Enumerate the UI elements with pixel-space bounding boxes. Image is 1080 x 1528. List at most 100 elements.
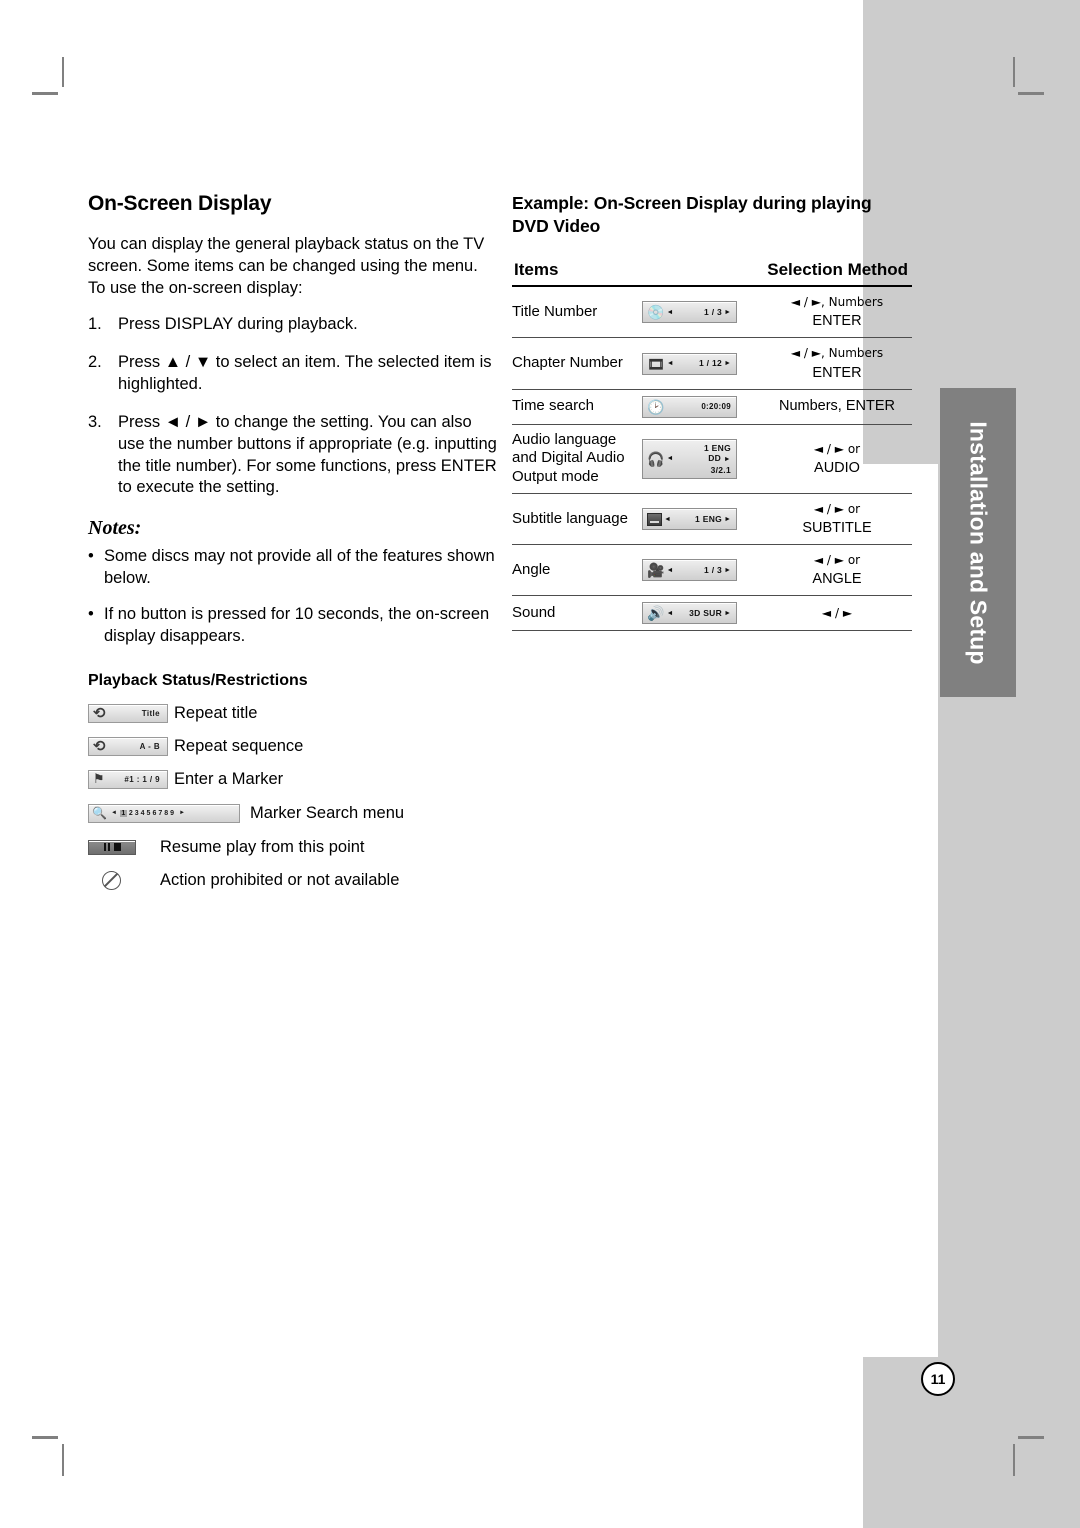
- prev-arrow-icon[interactable]: ◄: [667, 360, 674, 367]
- headphones-icon: 🎧: [647, 450, 665, 467]
- selection-line: ◄ / ► or: [813, 501, 861, 516]
- next-arrow-icon[interactable]: ►: [724, 567, 731, 574]
- list-item: 🔍 ◄ 1 2 3 4 5 6 7 8 9 ► Marker Search me…: [88, 801, 498, 825]
- column-header-selection: Selection Method: [762, 260, 912, 288]
- marker-number[interactable]: 7: [158, 810, 162, 817]
- note-item: • If no button is pressed for 10 seconds…: [88, 604, 498, 648]
- prev-arrow-icon[interactable]: ◄: [666, 567, 673, 574]
- marker-number[interactable]: 6: [152, 810, 156, 817]
- prev-arrow-icon[interactable]: ◄: [666, 455, 673, 462]
- camera-icon: 🎥: [647, 562, 665, 579]
- osd-value: 1 / 3: [704, 307, 722, 317]
- section-tab: Installation and Setup: [940, 388, 1016, 697]
- table-row: Title Number 💿 ◄ 1 / 3 ► ◄ / ►, Numbers …: [512, 286, 912, 339]
- marker-number[interactable]: 2: [129, 810, 133, 817]
- prev-arrow-icon[interactable]: ◄: [666, 309, 673, 316]
- osd-value: 1 ENG: [695, 514, 722, 524]
- osd-value-line: 1 / 12: [698, 358, 723, 369]
- prev-arrow-icon[interactable]: ◄: [666, 610, 673, 617]
- row-item-label: Angle: [512, 544, 642, 597]
- crop-mark-top-right-vertical: [1013, 57, 1015, 87]
- next-arrow-icon[interactable]: ►: [724, 456, 731, 463]
- selection-line: ◄ / ► or: [813, 441, 861, 456]
- row-osd-cell: 🎧 ◄ 1 ENG DD ► 3/2.1: [642, 424, 762, 494]
- row-item-label: Sound: [512, 595, 642, 632]
- clock-icon-chip: 🕑 0:20:09: [642, 395, 737, 418]
- list-item-label: Action prohibited or not available: [160, 870, 400, 889]
- pause-icon: [103, 843, 110, 852]
- prohibited-icon: [102, 870, 121, 890]
- osd-items-table: Items Selection Method Title Number 💿 ◄ …: [512, 260, 912, 632]
- crop-mark-bottom-left-vertical: [62, 1444, 64, 1476]
- row-selection-method: ◄ / ►: [762, 595, 912, 632]
- osd-value-line: 3/2.1: [710, 464, 731, 475]
- chip-label: Title: [141, 708, 160, 718]
- crop-mark-top-left-horizontal: [32, 92, 58, 95]
- note-text: If no button is pressed for 10 seconds, …: [104, 605, 490, 646]
- selection-line: AUDIO: [814, 459, 860, 476]
- prev-arrow-icon[interactable]: ◄: [664, 516, 671, 523]
- osd-value: 1 / 12: [699, 358, 722, 368]
- table-row: Subtitle language ◄ 1 ENG ► ◄ / ► or SUB…: [512, 493, 912, 546]
- marker-number[interactable]: 3: [135, 810, 139, 817]
- marker-number-strip[interactable]: 1 2 3 4 5 6 7 8 9: [119, 809, 174, 817]
- selection-line: ◄ / ►: [821, 605, 853, 620]
- list-item-label: Marker Search menu: [250, 803, 405, 822]
- next-arrow-icon[interactable]: ►: [724, 360, 731, 367]
- example-title: Example: On-Screen Display during playin…: [512, 193, 872, 237]
- notes-heading: Notes:: [88, 517, 142, 540]
- table-row: Angle 🎥 ◄ 1 / 3 ► ◄ / ► or ANGLE: [512, 544, 912, 597]
- headphones-icon-chip: 🎧 ◄ 1 ENG DD ► 3/2.1: [642, 438, 737, 479]
- step-number: 3.: [88, 412, 102, 431]
- next-arrow-icon[interactable]: ►: [724, 610, 731, 617]
- marker-number[interactable]: 8: [164, 810, 168, 817]
- prohibited-icon-cell: [88, 870, 160, 890]
- osd-value-line: 1 ENG: [703, 442, 731, 453]
- repeat-arrow-icon: ⟲: [93, 703, 106, 722]
- crop-mark-bottom-right-horizontal: [1018, 1436, 1044, 1439]
- marker-number[interactable]: 1: [119, 809, 127, 817]
- marker-prev-arrow-icon[interactable]: ◄: [111, 810, 117, 816]
- page-number-badge: 11: [921, 1362, 955, 1396]
- row-selection-method: ◄ / ► or ANGLE: [762, 544, 912, 597]
- osd-value: 3D SUR: [689, 608, 722, 618]
- table-row: Sound 🔊 ◄ 3D SUR ► ◄ / ►: [512, 595, 912, 632]
- right-column: Example: On-Screen Display during playin…: [512, 192, 912, 632]
- marker-next-arrow-icon[interactable]: ►: [179, 810, 185, 816]
- row-selection-method: ◄ / ► or AUDIO: [762, 424, 912, 494]
- marker-search-icon: 🔍 ◄ 1 2 3 4 5 6 7 8 9 ►: [88, 803, 240, 823]
- marker-number[interactable]: 4: [141, 810, 145, 817]
- step-number: 2.: [88, 352, 102, 371]
- film-strip-icon: 🎞: [647, 355, 665, 372]
- sound-icon-chip: 🔊 ◄ 3D SUR ►: [642, 602, 737, 625]
- marker-number[interactable]: 5: [147, 810, 151, 817]
- left-column: On-Screen Display You can display the ge…: [88, 192, 498, 902]
- table-row: Time search 🕑 0:20:09 Numbers, ENTER: [512, 389, 912, 425]
- subtitle-icon: [647, 512, 662, 526]
- list-item: ⟲ Title Repeat title: [88, 702, 498, 724]
- page-number: 11: [930, 1371, 946, 1387]
- disc-icon-chip: 💿 ◄ 1 / 3 ►: [642, 301, 737, 324]
- row-item-label: Chapter Number: [512, 337, 642, 390]
- row-osd-cell: 🔊 ◄ 3D SUR ►: [642, 595, 762, 632]
- step-text: Press ◄ / ► to change the setting. You c…: [118, 412, 497, 497]
- note-bullet: •: [88, 605, 94, 624]
- selection-line: ◄ / ►, Numbers: [790, 295, 884, 310]
- list-item: ⟲ A - B Repeat sequence: [88, 735, 498, 757]
- next-arrow-icon[interactable]: ►: [724, 309, 731, 316]
- dolby-digital-logo: DD: [708, 453, 722, 464]
- next-arrow-icon[interactable]: ►: [724, 516, 731, 523]
- margin-gray-bottom: [863, 1357, 1080, 1528]
- osd-value-line: 3D SUR: [689, 608, 723, 619]
- film-strip-icon-chip: 🎞 ◄ 1 / 12 ►: [642, 352, 737, 375]
- step-item: 3. Press ◄ / ► to change the setting. Yo…: [88, 412, 498, 500]
- section-tab-label: Installation and Setup: [965, 420, 992, 665]
- selection-line: ANGLE: [812, 571, 862, 588]
- crop-mark-bottom-left-horizontal: [32, 1436, 58, 1439]
- selection-line: Numbers, ENTER: [778, 398, 896, 415]
- selection-line: SUBTITLE: [802, 520, 872, 537]
- row-osd-cell: 💿 ◄ 1 / 3 ►: [642, 286, 762, 339]
- playback-status-list: ⟲ Title Repeat title ⟲ A - B Repeat sequ…: [88, 702, 498, 891]
- marker-number[interactable]: 9: [170, 810, 174, 817]
- marker-search-icon-cell: 🔍 ◄ 1 2 3 4 5 6 7 8 9 ►: [88, 803, 250, 823]
